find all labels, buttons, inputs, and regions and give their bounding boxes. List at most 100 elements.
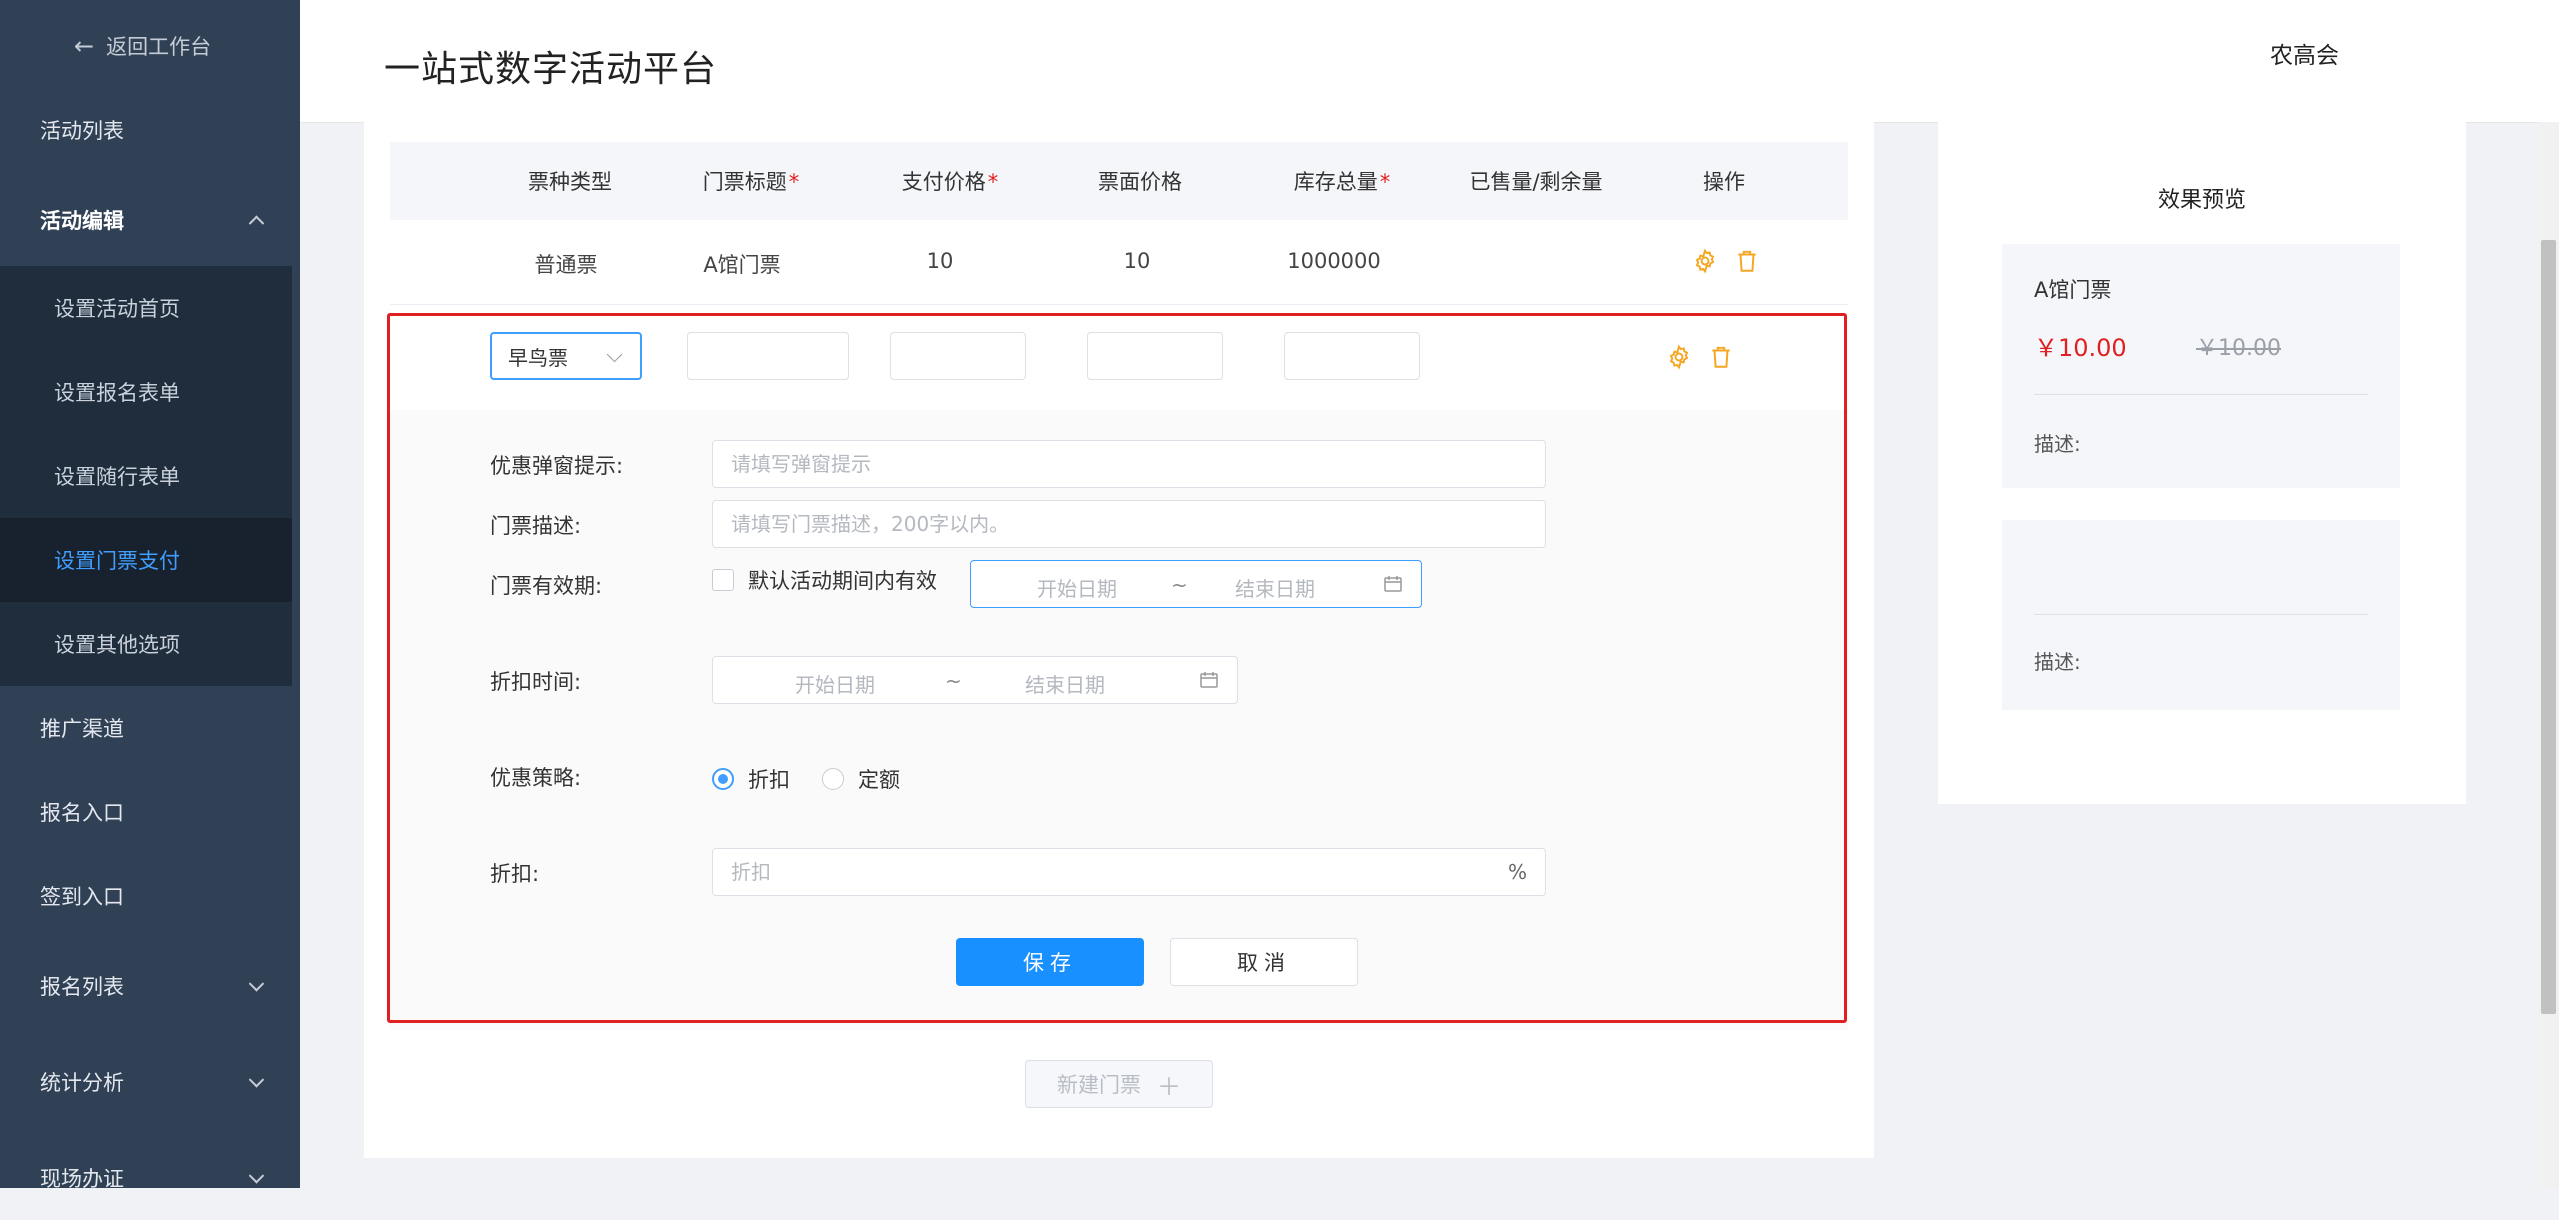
- ticket-type-select[interactable]: 早鸟票: [490, 332, 642, 380]
- row-ops: [1692, 248, 1760, 274]
- sidebar-item-set-ticket[interactable]: 设置门票支付: [0, 518, 292, 602]
- col-header-stock: 库存总量*: [1293, 170, 1391, 194]
- divider: [2034, 394, 2368, 395]
- preview-panel: 效果预览 A馆门票 ￥10.00 ￥10.00 描述: 描述:: [1938, 122, 2466, 804]
- chevron-down-icon: [248, 1168, 265, 1184]
- ticket-table-header: 票种类型 门票标题* 支付价格* 票面价格 库存总量* 已售量/剩余量 操作: [390, 142, 1848, 220]
- sidebar-item-label: 活动编辑: [40, 209, 124, 233]
- trash-icon[interactable]: [1708, 344, 1734, 370]
- sidebar-item-signup-list[interactable]: 报名列表: [0, 944, 292, 1028]
- table-row: 普通票 A馆门票 10 10 1000000: [390, 220, 1848, 305]
- validity-label: 门票有效期:: [490, 574, 603, 598]
- sidebar-item-promotion[interactable]: 推广渠道: [0, 686, 292, 770]
- sidebar-item-label: 统计分析: [40, 1071, 124, 1095]
- sidebar-item-activity-edit[interactable]: 活动编辑: [0, 178, 292, 262]
- sidebar-item-label: 设置其他选项: [54, 633, 180, 657]
- sidebar-item-set-companion[interactable]: 设置随行表单: [0, 434, 292, 518]
- edit-row: 早鸟票: [390, 312, 1848, 410]
- sidebar: ← 返回工作台 活动列表 活动编辑 设置活动首页 设置报名表单 设置随行表单 设…: [0, 0, 292, 1191]
- popup-hint-label: 优惠弹窗提示:: [490, 454, 624, 478]
- calendar-icon: [1384, 576, 1402, 592]
- sidebar-item-signup-entry[interactable]: 报名入口: [0, 770, 292, 854]
- date-separator: ~: [1171, 573, 1188, 597]
- sidebar-item-checkin-entry[interactable]: 签到入口: [0, 854, 292, 938]
- pay-price-input[interactable]: [890, 332, 1026, 380]
- start-date-placeholder: 开始日期: [795, 673, 875, 697]
- percent-suffix: %: [1508, 860, 1528, 884]
- chevron-down-icon: [248, 1072, 265, 1088]
- preview-card: 描述:: [2002, 520, 2400, 710]
- sidebar-item-activity-list[interactable]: 活动列表: [0, 88, 292, 172]
- radio-fixed[interactable]: [822, 768, 844, 790]
- ticket-settings-card: 票种类型 门票标题* 支付价格* 票面价格 库存总量* 已售量/剩余量 操作 普…: [364, 122, 1874, 1158]
- sidebar-item-stats[interactable]: 统计分析: [0, 1040, 292, 1124]
- settings-gear-icon[interactable]: [1666, 344, 1692, 370]
- sidebar-item-label: 设置随行表单: [54, 465, 180, 489]
- cancel-button[interactable]: 取消: [1170, 938, 1358, 986]
- stock-input[interactable]: [1284, 332, 1420, 380]
- col-header-sold: 已售量/剩余量: [1469, 170, 1603, 194]
- page-title: 一站式数字活动平台: [384, 49, 718, 90]
- date-separator: ~: [945, 669, 962, 693]
- radio-discount[interactable]: [712, 768, 734, 790]
- checkbox-box[interactable]: [712, 569, 734, 591]
- ticket-desc-input[interactable]: [712, 500, 1546, 548]
- sidebar-item-label: 设置门票支付: [54, 549, 180, 573]
- default-validity-checkbox[interactable]: 默认活动期间内有效: [712, 565, 937, 595]
- chevron-up-icon: [248, 215, 265, 232]
- plus-icon: ＋: [1157, 1072, 1181, 1101]
- ticket-title-input[interactable]: [687, 332, 849, 380]
- preview-old-price: ￥10.00: [2196, 336, 2281, 361]
- sidebar-item-label: 报名入口: [40, 801, 124, 825]
- validity-date-range[interactable]: 开始日期 ~ 结束日期: [970, 560, 1422, 608]
- new-ticket-button[interactable]: 新建门票 ＋: [1025, 1060, 1213, 1108]
- chevron-down-icon: [248, 976, 265, 992]
- sidebar-item-onsite[interactable]: 现场办证: [0, 1136, 292, 1220]
- sidebar-scrollbar[interactable]: [292, 0, 300, 1188]
- strategy-radio-group: 折扣 定额: [712, 764, 932, 794]
- col-header-title: 门票标题*: [702, 170, 800, 194]
- user-name[interactable]: 农高会: [2270, 36, 2339, 70]
- preview-desc-label: 描述:: [2034, 432, 2081, 456]
- cell-type: 普通票: [534, 253, 598, 277]
- discount-label: 折扣:: [490, 862, 540, 886]
- radio-discount-label[interactable]: 折扣: [748, 764, 790, 794]
- save-button[interactable]: 保存: [956, 938, 1144, 986]
- ticket-desc-label: 门票描述:: [490, 514, 582, 538]
- sidebar-item-set-other[interactable]: 设置其他选项: [0, 602, 292, 686]
- popup-hint-input[interactable]: [712, 440, 1546, 488]
- preview-card: A馆门票 ￥10.00 ￥10.00 描述:: [2002, 244, 2400, 488]
- sidebar-item-label: 设置活动首页: [54, 297, 180, 321]
- back-to-workbench-link[interactable]: ← 返回工作台: [74, 28, 211, 64]
- sidebar-item-label: 活动列表: [40, 119, 124, 143]
- back-label: 返回工作台: [106, 35, 212, 59]
- sidebar-item-set-home[interactable]: 设置活动首页: [0, 266, 292, 350]
- end-date-placeholder: 结束日期: [1025, 673, 1105, 697]
- col-header-type: 票种类型: [528, 170, 612, 194]
- calendar-icon: [1200, 672, 1218, 688]
- sidebar-item-label: 现场办证: [40, 1167, 124, 1191]
- col-header-ops: 操作: [1703, 170, 1745, 194]
- sidebar-item-set-form[interactable]: 设置报名表单: [0, 350, 292, 434]
- settings-gear-icon[interactable]: [1692, 248, 1718, 274]
- preview-title: 效果预览: [2157, 188, 2246, 213]
- discount-date-range[interactable]: 开始日期 ~ 结束日期: [712, 656, 1238, 704]
- page-scrollbar-thumb[interactable]: [2541, 240, 2556, 1014]
- col-header-pay-price: 支付价格*: [901, 170, 999, 194]
- ticket-type-selected-value: 早鸟票: [508, 345, 568, 370]
- checkbox-label: 默认活动期间内有效: [748, 569, 937, 593]
- edit-row-ops: [1666, 344, 1734, 370]
- sidebar-item-label: 签到入口: [40, 885, 124, 909]
- face-price-input[interactable]: [1087, 332, 1223, 380]
- cell-stock: 1000000: [1287, 249, 1381, 273]
- page-scrollbar[interactable]: [2538, 122, 2559, 1188]
- divider: [2034, 614, 2368, 615]
- discount-input[interactable]: [712, 848, 1546, 896]
- radio-fixed-label[interactable]: 定额: [858, 764, 900, 794]
- preview-price: ￥10.00: [2034, 334, 2127, 362]
- top-header: 一站式数字活动平台 农高会: [300, 0, 2559, 123]
- trash-icon[interactable]: [1734, 248, 1760, 274]
- chevron-down-icon: [606, 346, 623, 363]
- cell-face-price: 10: [1123, 249, 1151, 273]
- arrow-left-icon: ←: [74, 32, 95, 60]
